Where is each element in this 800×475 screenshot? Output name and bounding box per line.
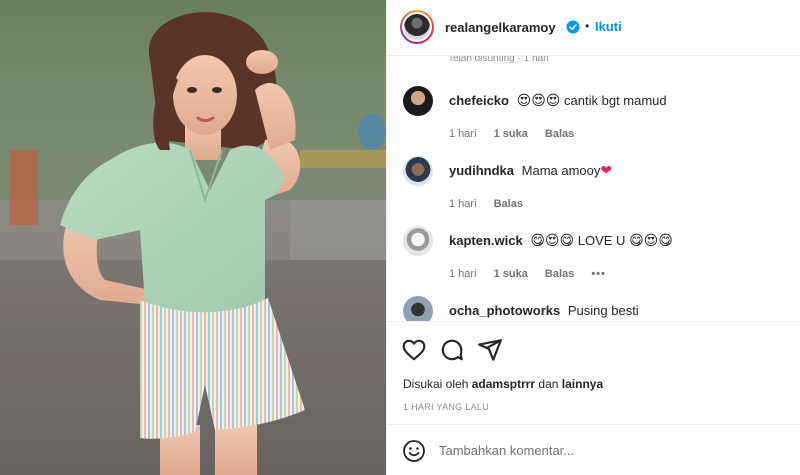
likes-summary: Disukai oleh adamsptrrr dan lainnya — [403, 377, 603, 391]
comment-text: ocha_photoworks Pusing besti — [449, 303, 639, 318]
share-icon[interactable] — [477, 337, 503, 363]
comment-item: yudihndka Mama amooy❤ 1 hari Balas — [387, 156, 800, 216]
comment-time: 1 hari — [449, 198, 477, 210]
comment-text: chefeicko 😍😍😍 cantik bgt mamud — [449, 93, 667, 109]
liked-by-and: dan — [538, 377, 559, 391]
post-sidebar: realangelkaramoy • Ikuti Telah disunting… — [386, 0, 800, 475]
comment-body: Mama amooy — [521, 163, 601, 178]
comments-list[interactable]: Telah disunting · 1 hari chefeicko 😍😍😍 c… — [387, 56, 800, 321]
liked-by-prefix: Disukai oleh — [403, 377, 469, 391]
comment-username[interactable]: kapten.wick — [449, 233, 523, 248]
comment-meta: 1 hari 1 suka Balas — [449, 128, 588, 140]
author-username[interactable]: realangelkaramoy — [445, 20, 556, 35]
heart-icon[interactable] — [401, 337, 427, 363]
comment-username[interactable]: yudihndka — [449, 163, 514, 178]
comment-item: ocha_photoworks Pusing besti — [387, 296, 800, 321]
author-avatar[interactable] — [400, 10, 434, 44]
comment-avatar[interactable] — [403, 86, 433, 116]
follow-button[interactable]: Ikuti — [595, 19, 622, 34]
header-separator: • — [585, 19, 590, 33]
liked-by-others[interactable]: lainnya — [562, 377, 603, 391]
comment-username[interactable]: ocha_photoworks — [449, 303, 560, 318]
caption-edited-meta: Telah disunting · 1 hari — [448, 56, 549, 64]
heart-emoji: ❤ — [600, 163, 613, 179]
more-options-icon[interactable]: ••• — [591, 268, 606, 280]
reply-button[interactable]: Balas — [545, 128, 574, 140]
comment-time: 1 hari — [449, 268, 477, 280]
reply-button[interactable]: Balas — [545, 268, 574, 280]
photo-illustration — [0, 0, 386, 475]
comment-username[interactable]: chefeicko — [449, 93, 509, 108]
comment-avatar[interactable] — [403, 296, 433, 321]
post-header: realangelkaramoy • Ikuti — [387, 0, 800, 56]
comment-avatar[interactable] — [403, 226, 433, 256]
comment-body: Pusing besti — [567, 303, 639, 318]
smile-icon[interactable] — [402, 439, 426, 463]
comment-time: 1 hari — [449, 128, 477, 140]
comment-icon[interactable] — [439, 337, 465, 363]
comment-item: chefeicko 😍😍😍 cantik bgt mamud 1 hari 1 … — [387, 86, 800, 146]
comment-emoji: 😍😍😍 — [516, 93, 561, 109]
comment-body: LOVE U — [577, 233, 626, 248]
post-actions: Disukai oleh adamsptrrr dan lainnya 1 HA… — [387, 321, 800, 424]
comment-input[interactable] — [439, 439, 739, 461]
add-comment-bar — [387, 424, 800, 475]
post-timestamp[interactable]: 1 HARI YANG LALU — [403, 402, 489, 412]
comment-text: yudihndka Mama amooy❤ — [449, 163, 612, 179]
comment-avatar[interactable] — [403, 156, 433, 186]
verified-badge-icon — [566, 20, 580, 34]
comment-item: kapten.wick 😋😍😋 LOVE U 😋😍😋 1 hari 1 suka… — [387, 226, 800, 286]
comment-emoji: 😋😍😋 — [530, 233, 575, 249]
comment-text: kapten.wick 😋😍😋 LOVE U 😋😍😋 — [449, 233, 673, 249]
comment-likes[interactable]: 1 suka — [494, 268, 528, 280]
comment-body: cantik bgt mamud — [564, 93, 667, 108]
reply-button[interactable]: Balas — [494, 198, 523, 210]
comment-meta: 1 hari 1 suka Balas ••• — [449, 268, 620, 280]
post-photo — [0, 0, 386, 475]
comment-likes[interactable]: 1 suka — [494, 128, 528, 140]
liked-by-user[interactable]: adamsptrrr — [472, 377, 535, 391]
comment-meta: 1 hari Balas — [449, 198, 537, 210]
comment-emoji: 😋😍😋 — [629, 233, 673, 249]
